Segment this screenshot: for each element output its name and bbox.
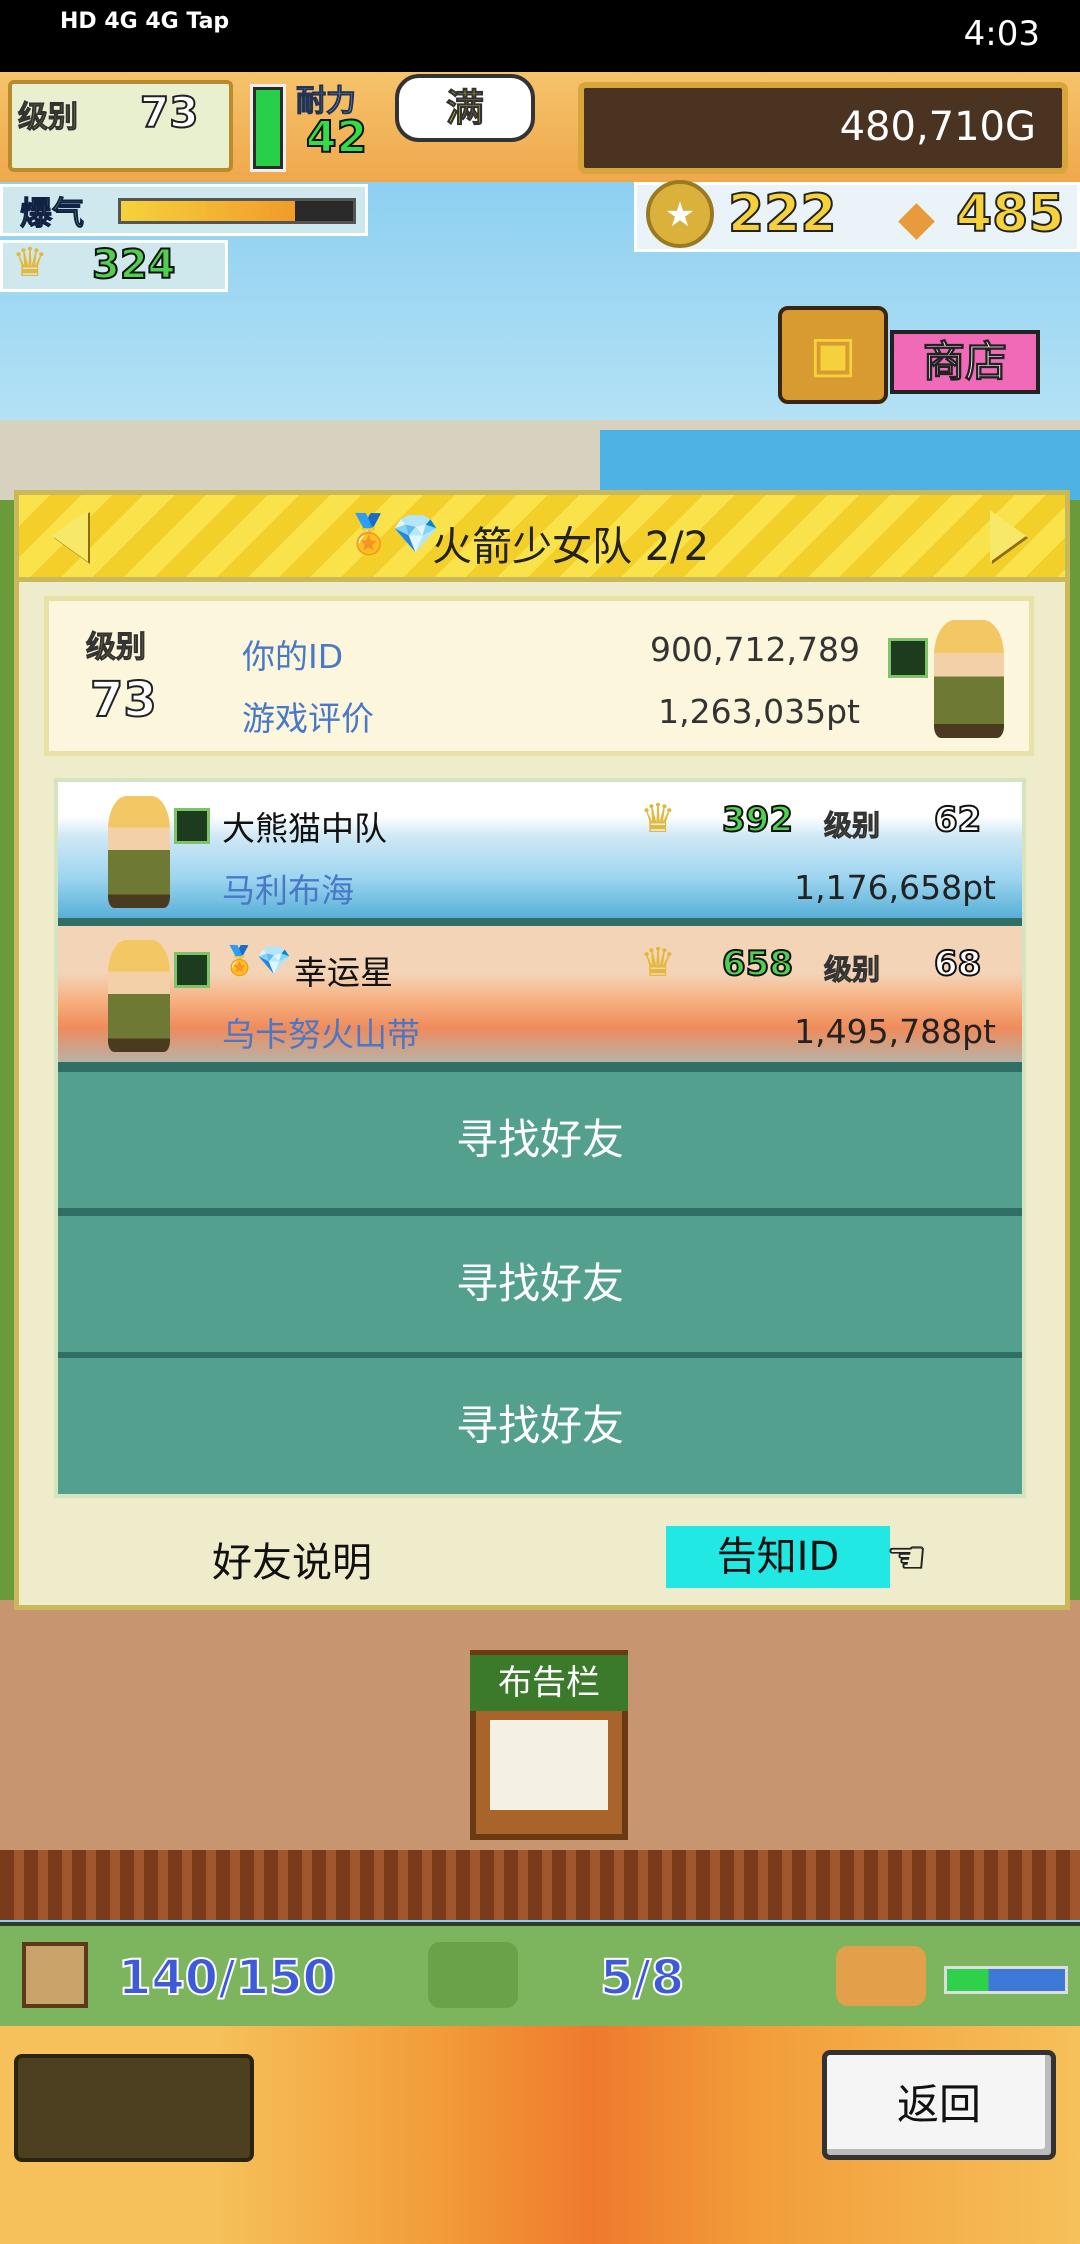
notify-id-button[interactable]: 告知ID	[666, 1526, 890, 1588]
stamina-value: 42	[305, 111, 368, 164]
treasure-chest-icon[interactable]: ▣	[778, 306, 888, 404]
pointing-hand-icon: ☜	[885, 1530, 928, 1585]
friend-level-label: 级别	[823, 809, 881, 843]
profile-id-value: 900,712,789	[650, 630, 860, 669]
status-bar: HD 4G 4G Tap 4:03	[0, 0, 1080, 72]
friend-level: 62	[933, 799, 982, 841]
next-page-arrow-icon[interactable]	[990, 510, 1026, 562]
gold-eagle-medal-icon: ♛	[12, 240, 48, 286]
network-indicator: HD 4G 4G Tap	[60, 9, 230, 34]
clock: 4:03	[963, 14, 1040, 54]
class-grid-icon	[174, 808, 210, 844]
gold-eagle-medal-icon: ♛	[640, 940, 676, 986]
profile-eval-label: 游戏评价	[242, 699, 374, 738]
capacity-value: 140/150	[117, 1949, 337, 2007]
crate-icon: ◆	[898, 190, 935, 246]
friend-help-link[interactable]: 好友说明	[212, 1530, 372, 1588]
panel-title: 火箭少女队 2/2	[432, 524, 710, 570]
stamina-full-bubble: 满	[395, 74, 535, 142]
friend-avatar	[108, 940, 170, 1052]
level-label: 级别	[18, 100, 79, 136]
profile-level-label: 级别	[86, 630, 147, 666]
squad-icon	[428, 1942, 518, 2008]
friend-card[interactable]: 🏅💎 幸运星 乌卡努火山带 ♛ 658 级别 68 1,495,788pt	[58, 926, 1022, 1062]
friend-location: 马利布海	[222, 871, 354, 910]
profile-avatar	[888, 620, 1028, 740]
friend-level: 68	[933, 943, 982, 985]
level-value: 73	[139, 87, 199, 138]
medal-count: 324	[91, 241, 176, 289]
friend-medals: 392	[721, 799, 794, 841]
find-friend-slot[interactable]: 寻找好友	[58, 1358, 1022, 1494]
class-grid-icon	[888, 638, 928, 678]
friend-avatar	[108, 796, 170, 908]
boost-label: 爆气	[19, 194, 85, 233]
soldier-sprite	[934, 620, 1004, 738]
team-value: 5/8	[599, 1949, 685, 2007]
vehicle-progress-bar	[944, 1966, 1068, 1994]
friend-level-label: 级别	[823, 953, 881, 987]
vehicle-progress-fill	[947, 1969, 1065, 1991]
class-grid-icon	[174, 952, 210, 988]
profile-level-value: 73	[89, 671, 158, 729]
star-coin-icon: ★	[646, 180, 714, 248]
find-friend-slot[interactable]: 寻找好友	[58, 1072, 1022, 1208]
empty-menu-slot	[14, 2054, 254, 2162]
friend-location: 乌卡努火山带	[222, 1015, 420, 1054]
boost-bar	[118, 198, 356, 224]
friend-name: 幸运星	[294, 953, 393, 992]
shop-label[interactable]: 商店	[890, 330, 1040, 394]
vehicle-icon	[836, 1946, 926, 2006]
friend-card[interactable]: 大熊猫中队 马利布海 ♛ 392 级别 62 1,176,658pt	[58, 782, 1022, 918]
profile-eval-value: 1,263,035pt	[658, 692, 860, 731]
crate-capacity-icon	[22, 1942, 88, 2008]
notice-board-notes	[490, 1720, 608, 1810]
friend-score: 1,176,658pt	[794, 868, 996, 907]
stamina-bar	[250, 84, 286, 172]
notice-board-sign: 布告栏	[470, 1655, 628, 1711]
friend-name: 大熊猫中队	[222, 809, 387, 848]
friend-medals: 658	[721, 943, 794, 985]
wooden-fence	[0, 1850, 1080, 1920]
team-medal-icons: 🏅💎	[345, 512, 440, 556]
prev-page-arrow-icon[interactable]	[52, 510, 88, 562]
profile-id-label: 你的ID	[242, 637, 344, 676]
crate-count: 485	[955, 183, 1066, 245]
my-profile-card	[44, 596, 1034, 756]
back-button[interactable]: 返回	[822, 2050, 1056, 2160]
boost-fill	[121, 201, 295, 221]
find-friend-slot[interactable]: 寻找好友	[58, 1216, 1022, 1352]
gold-display: 480,710G	[578, 82, 1068, 174]
team-medal-icons: 🏅💎	[222, 944, 292, 977]
gold-eagle-medal-icon: ♛	[640, 796, 676, 842]
coin-count: 222	[727, 183, 838, 245]
friend-score: 1,495,788pt	[794, 1012, 996, 1051]
